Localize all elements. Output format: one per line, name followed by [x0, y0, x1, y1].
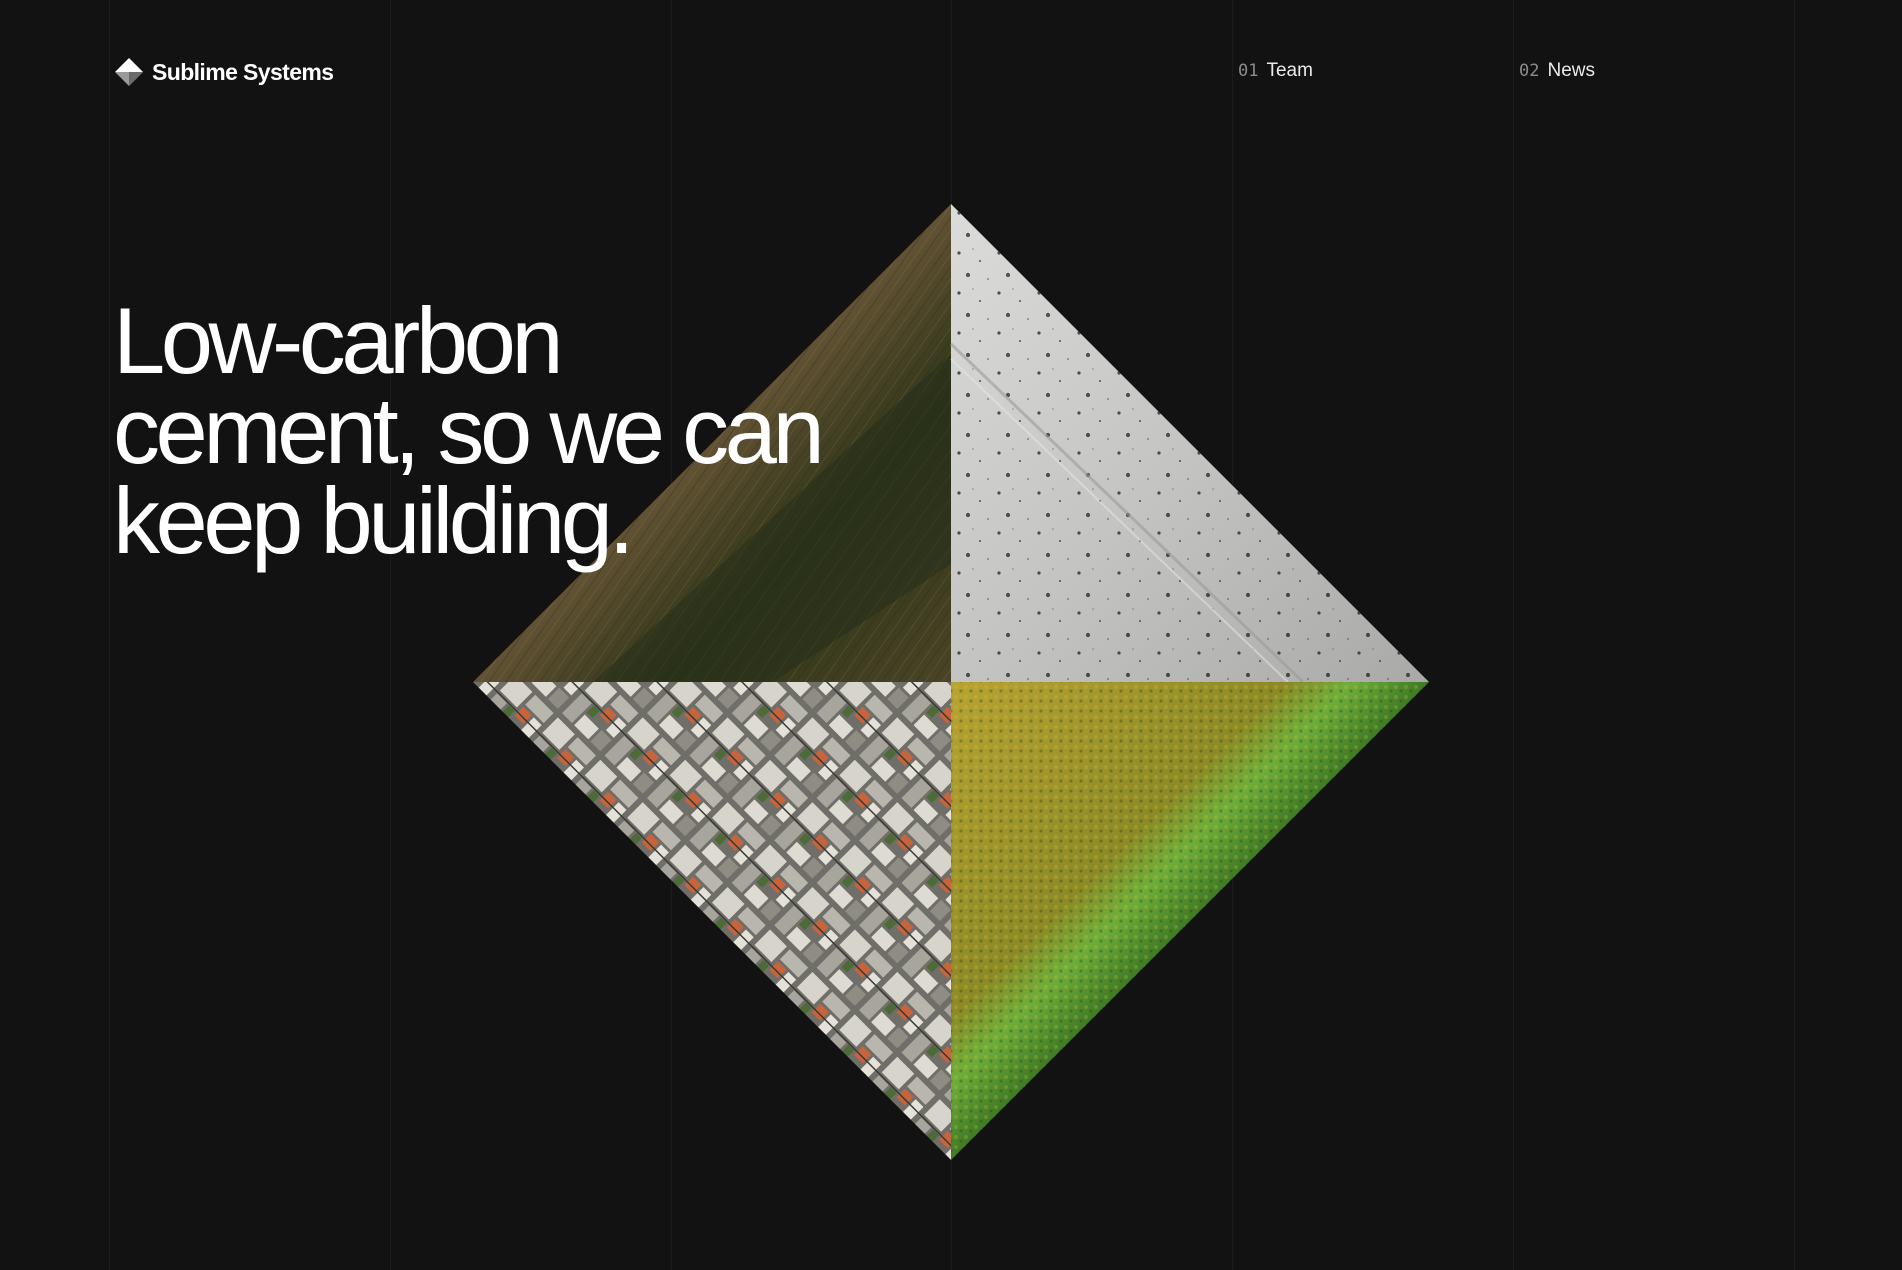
grid-line	[109, 0, 110, 1270]
headline-line: cement, so we can	[113, 378, 825, 483]
diamond-logo-icon	[115, 58, 143, 86]
headline-line: keep building.	[113, 468, 635, 573]
nav-item-label: Team	[1266, 60, 1313, 81]
concrete-quadrant	[949, 204, 1429, 684]
headline-line: Low-carbon	[113, 288, 564, 393]
nav-item-number: 02	[1519, 61, 1540, 81]
nav-item-team[interactable]: 01 Team	[1238, 60, 1313, 82]
brand-name: Sublime Systems	[152, 58, 334, 85]
nav-item-number: 01	[1238, 61, 1259, 81]
grid-line	[1794, 0, 1795, 1270]
green-field-quadrant	[951, 682, 1429, 1160]
city-aerial-quadrant	[473, 682, 951, 1160]
grid-line	[390, 0, 391, 1270]
nav-item-label: News	[1547, 60, 1595, 81]
nav-item-news[interactable]: 02 News	[1519, 60, 1595, 82]
brand-logo-link[interactable]: Sublime Systems	[113, 56, 334, 88]
grid-line	[1513, 0, 1514, 1270]
hero-headline: Low-carbon cement, so we can keep buildi…	[113, 288, 913, 573]
